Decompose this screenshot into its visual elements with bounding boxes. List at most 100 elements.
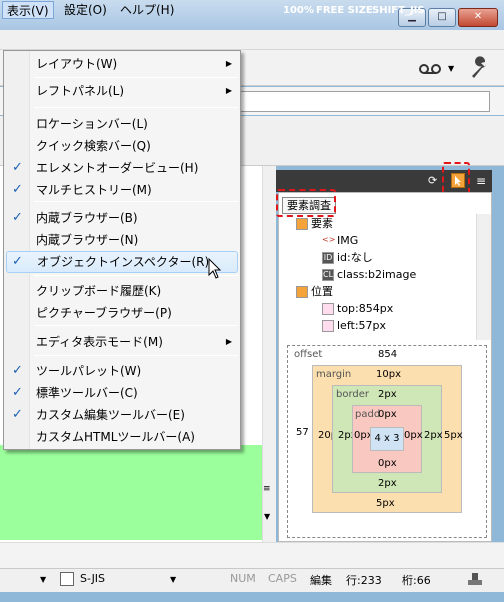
margin-top-value: 10px <box>376 369 401 380</box>
refresh-icon[interactable]: ⟳ <box>428 174 442 188</box>
view-menu-item[interactable]: 内蔵ブラウザー(N) <box>30 229 238 251</box>
submenu-arrow-icon: ▶ <box>225 59 232 68</box>
offset-left-value: 57 <box>296 427 309 438</box>
view-menu-item[interactable]: オブジェクトインスペクター(R) <box>6 251 238 273</box>
menu-bar <box>0 30 504 50</box>
id-icon: ID <box>322 252 334 264</box>
padding-right-value: 0px <box>404 430 423 441</box>
view-menu-item-label: 内蔵ブラウザー(N) <box>36 233 139 247</box>
padding-bottom-value: 0px <box>378 458 397 469</box>
status-encoding[interactable]: S-JIS <box>80 572 105 585</box>
box-model-content-size: 4 x 3 <box>370 427 404 451</box>
chevron-down-icon[interactable]: ▼ <box>448 64 458 74</box>
view-menu-item[interactable]: ピクチャーブラウザー(P) <box>30 302 238 324</box>
stamp-icon[interactable] <box>466 572 484 588</box>
bottom-panel <box>0 542 504 568</box>
view-menu-item[interactable]: レイアウト(W) <box>30 53 238 75</box>
menu-separator <box>34 355 238 356</box>
tree-item-class[interactable]: CL class:b2image <box>322 266 416 283</box>
close-button[interactable]: ✕ <box>458 8 498 27</box>
status-caps: CAPS <box>268 572 297 585</box>
view-menu-item-label: カスタム編集ツールバー(E) <box>36 408 185 422</box>
view-menu-item-label: オブジェクトインスペクター(R) <box>37 255 210 269</box>
border-top-value: 2px <box>378 389 397 400</box>
position-icon <box>296 286 308 298</box>
status-column: 桁:66 <box>402 574 431 587</box>
status-num: NUM <box>230 572 256 585</box>
class-icon: CL <box>322 269 334 281</box>
size-label[interactable]: FREE SIZE <box>316 5 373 16</box>
view-menu-item-label: 内蔵ブラウザー(B) <box>36 211 138 225</box>
view-menu-item-label: エディタ表示モード(M) <box>36 335 163 349</box>
view-menu-item-label: ツールパレット(W) <box>36 364 142 378</box>
checkmark-icon: ✓ <box>12 210 23 225</box>
border-bottom-value: 2px <box>378 478 397 489</box>
view-menu-item[interactable]: カスタムHTMLツールバー(A) <box>30 426 238 448</box>
view-menu-item[interactable]: クイック検索バー(Q) <box>30 135 238 157</box>
chevron-down-icon[interactable]: ▼ <box>40 575 46 584</box>
view-menu-dropdown: レイアウト(W) ▶ レフトパネル(L) ▶ ロケーションバー(L) クイック検索バー(Q… <box>3 50 241 450</box>
view-menu-item[interactable]: エレメントオーダービュー(H) <box>30 157 238 179</box>
menu-view[interactable]: 表示(V) <box>2 1 54 19</box>
padding-label: padd <box>355 409 381 420</box>
menu-separator <box>34 325 238 326</box>
voicemail-icon[interactable] <box>418 58 442 78</box>
view-menu-item-label: レイアウト(W) <box>36 57 118 71</box>
view-menu-item[interactable]: 標準ツールバー(C) <box>30 382 238 404</box>
border-right-value: 2px <box>424 430 443 441</box>
property-icon <box>322 303 334 315</box>
view-menu-item[interactable]: カスタム編集ツールバー(E) <box>30 404 238 426</box>
margin-right-value: 5px <box>444 430 463 441</box>
view-menu-item-label: 標準ツールバー(C) <box>36 386 138 400</box>
tree-item-position[interactable]: 位置 <box>296 283 333 300</box>
menu-help[interactable]: ヘルプ(H) <box>116 1 178 19</box>
wrench-icon[interactable] <box>468 56 492 80</box>
location-input[interactable] <box>240 91 490 112</box>
scroll-down-arrow-icon[interactable]: ▼ <box>264 512 274 522</box>
view-menu-item[interactable]: ツールパレット(W) <box>30 360 238 382</box>
checkmark-icon: ✓ <box>12 363 23 378</box>
preview-green-area <box>0 445 262 540</box>
view-menu-item-label: ピクチャーブラウザー(P) <box>36 306 172 320</box>
view-menu-item-label: レフトパネル(L) <box>36 84 125 98</box>
view-menu-item-label: マルチヒストリー(M) <box>36 183 152 197</box>
view-menu-item[interactable]: ロケーションバー(L) <box>30 113 238 135</box>
document-icon <box>60 572 74 586</box>
tree-item-left[interactable]: left:57px <box>322 317 386 334</box>
tree-item-top[interactable]: top:854px <box>322 300 393 317</box>
tree-item-id[interactable]: ID id:なし <box>322 249 373 266</box>
encoding-dropdown-icon[interactable]: ▼ <box>170 575 176 584</box>
checkmark-icon: ✓ <box>12 407 23 422</box>
padding-top-value: 0px <box>378 409 397 420</box>
tree-item-tag[interactable]: <> IMG <box>322 232 358 249</box>
view-menu-item[interactable]: エディタ表示モード(M) <box>30 331 238 353</box>
inspector-title-highlight <box>276 189 336 217</box>
submenu-arrow-icon: ▶ <box>225 86 232 95</box>
tag-icon: <> <box>322 235 336 244</box>
inspector-tree-scrollbar[interactable] <box>476 214 491 340</box>
status-line: 行:233 <box>346 574 382 587</box>
border-label: border <box>336 389 370 400</box>
property-icon <box>322 320 334 332</box>
menu-settings[interactable]: 設定(O) <box>60 1 111 19</box>
menu-lines-icon[interactable]: ≡ <box>476 174 488 188</box>
submenu-arrow-icon: ▶ <box>225 337 232 346</box>
view-menu-item-label: カスタムHTMLツールバー(A) <box>36 430 195 444</box>
menu-separator <box>34 107 238 108</box>
view-menu-item[interactable]: レフトパネル(L) <box>30 80 238 102</box>
view-menu-item[interactable]: 内蔵ブラウザー(B) <box>30 207 238 229</box>
zoom-label[interactable]: 100% <box>283 5 314 16</box>
maximize-button[interactable]: □ <box>428 8 456 27</box>
offset-top-value: 854 <box>378 349 398 360</box>
checkmark-icon: ✓ <box>12 182 23 197</box>
view-menu-item[interactable]: マルチヒストリー(M) <box>30 179 238 201</box>
tree-item-element[interactable]: 要素 <box>296 215 333 232</box>
offset-label: offset <box>294 349 323 360</box>
status-mode: 編集 <box>310 574 332 587</box>
margin-bottom-value: 5px <box>376 498 395 509</box>
view-menu-item-label: ロケーションバー(L) <box>36 117 148 131</box>
encoding-label[interactable]: SHIFT_JIS <box>372 5 425 16</box>
view-menu-item[interactable]: クリップボード履歴(K) <box>30 280 238 302</box>
mouse-cursor-icon <box>208 257 222 280</box>
scroll-grip-icon[interactable]: ≡ <box>263 484 275 494</box>
